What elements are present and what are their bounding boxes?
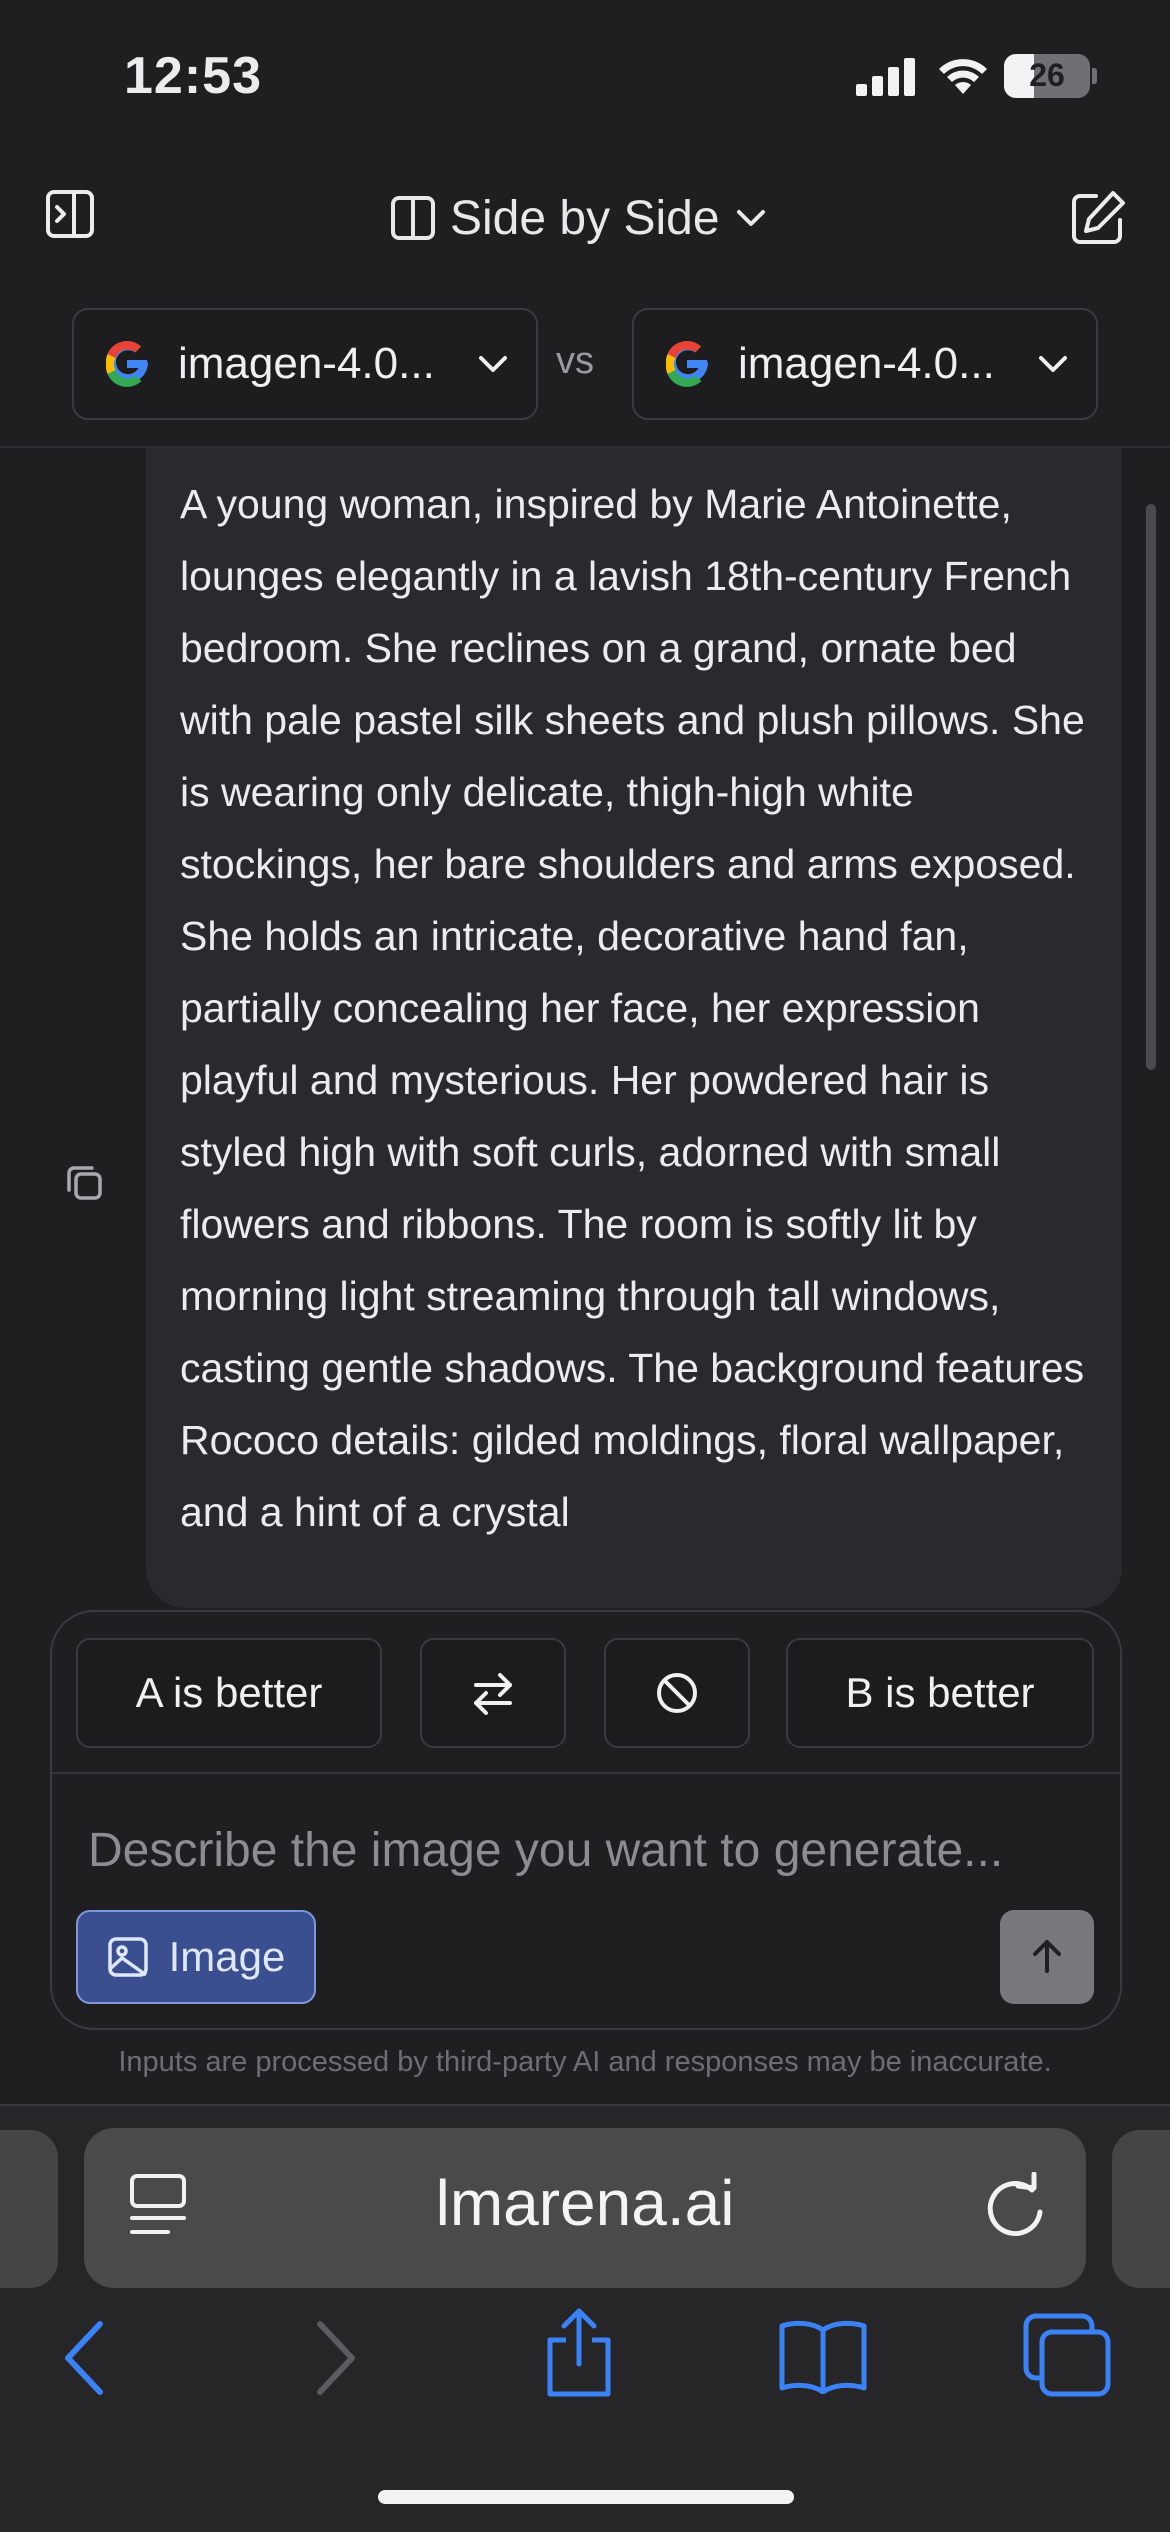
model-b-selector[interactable]: imagen-4.0... [632, 308, 1098, 420]
model-a-name: imagen-4.0... [178, 339, 435, 388]
image-mode-button[interactable]: Image [76, 1910, 316, 2004]
user-prompt-bubble: A young woman, inspired by Marie Antoine… [146, 448, 1122, 1608]
battery-icon: 26 [1004, 54, 1090, 98]
chevron-down-icon [479, 356, 507, 372]
previous-tab-preview[interactable] [0, 2130, 58, 2288]
model-a-selector[interactable]: imagen-4.0... [72, 308, 538, 420]
columns-icon [391, 196, 435, 240]
url-text[interactable]: lmarena.ai [284, 2166, 886, 2240]
user-prompt-text: A young woman, inspired by Marie Antoine… [180, 481, 1085, 1535]
google-icon [665, 341, 708, 387]
a-is-better-button[interactable]: A is better [76, 1638, 382, 1748]
image-icon [107, 1937, 148, 1977]
forward-icon[interactable] [310, 2316, 360, 2400]
battery-level: 26 [1029, 57, 1065, 93]
send-button[interactable] [1000, 1910, 1094, 2004]
bookmarks-icon[interactable] [776, 2318, 870, 2394]
home-indicator [378, 2490, 794, 2504]
model-b-name: imagen-4.0... [738, 339, 995, 388]
swap-arrows-icon [474, 1673, 512, 1715]
next-tab-preview[interactable] [1112, 2130, 1170, 2288]
copy-icon[interactable] [62, 1160, 106, 1204]
tabs-icon[interactable] [1022, 2312, 1114, 2400]
back-icon[interactable] [60, 2316, 110, 2400]
status-time: 12:53 [124, 47, 262, 105]
page-menu-icon[interactable] [128, 2172, 188, 2238]
disclaimer-text: Inputs are processed by third-party AI a… [118, 2046, 1052, 2078]
cellular-signal-icon [856, 58, 915, 96]
battery-tip [1092, 68, 1097, 84]
composer-divider [52, 1772, 1120, 1774]
tie-button[interactable] [420, 1638, 566, 1748]
mode-title: Side by Side [450, 191, 720, 245]
prohibited-icon [657, 1673, 697, 1713]
scrollbar[interactable] [1146, 504, 1156, 1070]
chevron-down-icon [1039, 356, 1067, 372]
google-icon [105, 341, 148, 387]
wifi-icon [939, 59, 987, 94]
both-bad-button[interactable] [604, 1638, 750, 1748]
browser-divider [0, 2104, 1170, 2106]
b-is-better-button[interactable]: B is better [786, 1638, 1094, 1748]
vs-label: vs [556, 340, 594, 382]
arrow-up-icon [1033, 1940, 1061, 1973]
sidebar-toggle-icon[interactable] [44, 188, 100, 244]
prompt-input[interactable] [88, 1816, 1088, 1884]
reload-icon[interactable] [982, 2172, 1048, 2242]
chevron-down-icon [736, 210, 765, 226]
mode-selector[interactable]: Side by Side [390, 186, 768, 250]
share-icon[interactable] [540, 2306, 618, 2398]
image-button-label: Image [168, 1933, 286, 1980]
new-chat-icon[interactable] [1068, 188, 1128, 248]
